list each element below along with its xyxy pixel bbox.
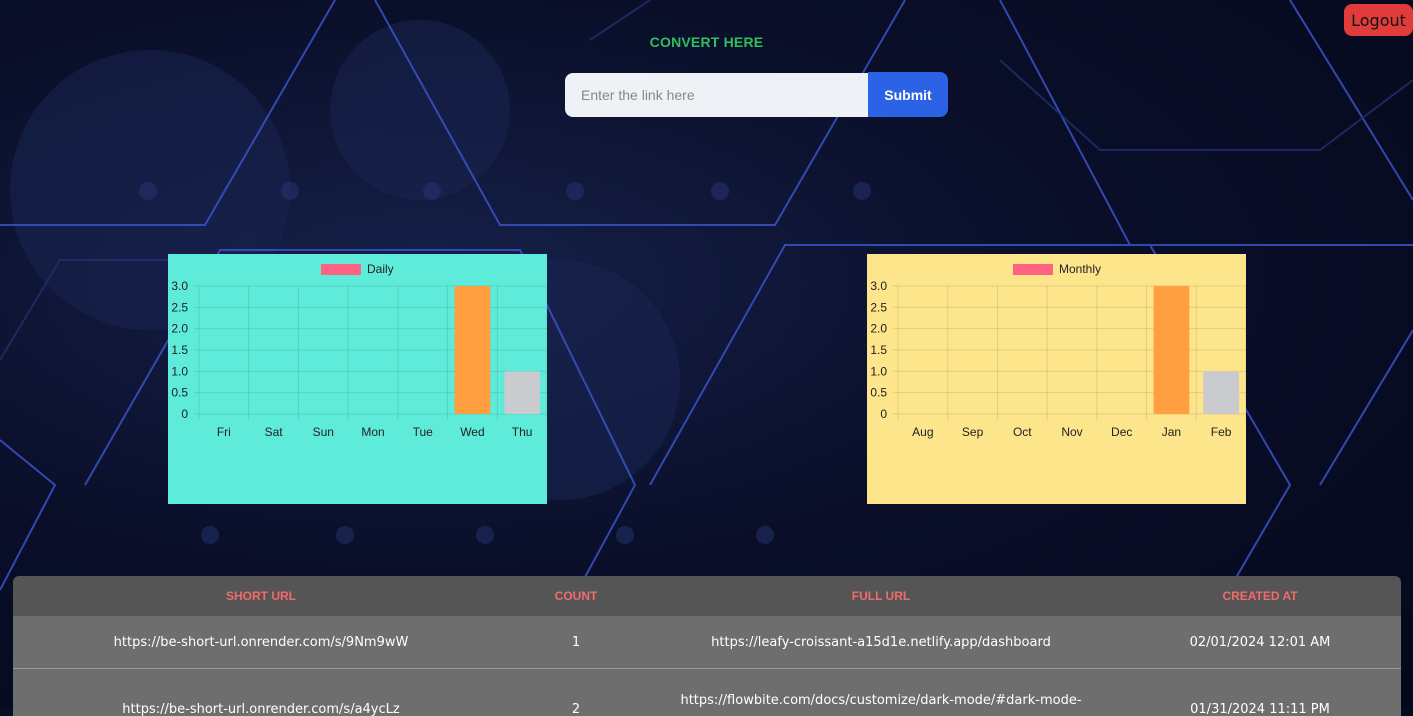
y-tick-label: 1.5: [171, 343, 188, 357]
x-tick-label: Tue: [413, 425, 434, 439]
bar-wed[interactable]: [455, 286, 491, 414]
monthly-chart-svg: Monthly 0 0.5 1.0 1.5 2.0 2.5 3.0 Aug Sep Oct Nov…: [867, 254, 1246, 504]
y-tick-label: 2.0: [870, 322, 887, 336]
link-input[interactable]: [565, 73, 868, 117]
bar-thu[interactable]: [504, 371, 540, 414]
y-tick-label: 2.0: [171, 322, 188, 336]
x-tick-label: Sat: [265, 425, 284, 439]
x-tick-label: Thu: [512, 425, 533, 439]
submit-button[interactable]: Submit: [868, 72, 948, 117]
logout-button[interactable]: Logout: [1344, 4, 1413, 36]
legend-label: Daily: [367, 262, 394, 276]
monthly-chart: Monthly 0 0.5 1.0 1.5 2.0 2.5 3.0 Aug Sep Oct Nov…: [867, 254, 1246, 504]
legend-label: Monthly: [1059, 262, 1101, 276]
bar-feb[interactable]: [1203, 371, 1239, 414]
count-cell: 1: [509, 635, 643, 650]
urls-table: SHORT URL COUNT FULL URL CREATED AT http…: [13, 576, 1401, 716]
header-count: COUNT: [509, 589, 643, 603]
x-tick-label: Dec: [1111, 425, 1132, 439]
convert-title: CONVERT HERE: [0, 34, 1413, 50]
x-tick-label: Mon: [361, 425, 384, 439]
created-at-cell: 02/01/2024 12:01 AM: [1119, 635, 1401, 650]
count-cell: 2: [509, 702, 643, 716]
short-url-link[interactable]: https://be-short-url.onrender.com/s/9Nm9…: [13, 635, 509, 650]
table-row[interactable]: https://be-short-url.onrender.com/s/a4yc…: [13, 669, 1401, 716]
y-tick-label: 1.0: [870, 364, 887, 378]
link-converter-form: Submit: [565, 73, 948, 117]
table-row[interactable]: https://be-short-url.onrender.com/s/9Nm9…: [13, 616, 1401, 669]
x-tick-label: Feb: [1211, 425, 1232, 439]
y-tick-label: 0.5: [870, 386, 887, 400]
y-tick-label: 0.5: [171, 386, 188, 400]
legend-swatch: [1013, 264, 1053, 275]
legend-swatch: [321, 264, 361, 275]
daily-chart: Daily 0 0.5 1.0 1.5 2.0 2.5 3.0 Fri Sat Sun Mon Tu…: [168, 254, 547, 504]
y-tick-label: 3.0: [171, 279, 188, 293]
y-tick-label: 1.0: [171, 364, 188, 378]
x-tick-label: Aug: [912, 425, 933, 439]
y-tick-label: 2.5: [870, 300, 887, 314]
x-tick-label: Jan: [1162, 425, 1181, 439]
header-created-at: CREATED AT: [1119, 589, 1401, 603]
daily-chart-svg: Daily 0 0.5 1.0 1.5 2.0 2.5 3.0 Fri Sat Sun Mon Tu…: [168, 254, 547, 504]
short-url-link[interactable]: https://be-short-url.onrender.com/s/a4yc…: [13, 702, 509, 716]
x-tick-label: Fri: [217, 425, 231, 439]
x-tick-label: Nov: [1061, 425, 1082, 439]
bar-jan[interactable]: [1154, 286, 1190, 414]
full-url-link[interactable]: https://flowbite.com/docs/customize/dark…: [643, 691, 1119, 711]
y-tick-label: 0: [880, 407, 887, 421]
x-tick-label: Sep: [962, 425, 984, 439]
full-url-link[interactable]: https://leafy-croissant-a15d1e.netlify.a…: [643, 635, 1119, 650]
y-tick-label: 0: [181, 407, 188, 421]
x-tick-label: Oct: [1013, 425, 1032, 439]
created-at-cell: 01/31/2024 11:11 PM: [1119, 702, 1401, 716]
table-header: SHORT URL COUNT FULL URL CREATED AT: [13, 576, 1401, 616]
page: { "header": { "logout_label": "Logout" }…: [0, 0, 1413, 708]
x-tick-label: Sun: [313, 425, 334, 439]
y-tick-label: 1.5: [870, 343, 887, 357]
y-tick-label: 3.0: [870, 279, 887, 293]
x-tick-label: Wed: [460, 425, 484, 439]
header-full-url: FULL URL: [643, 589, 1119, 603]
header-short-url: SHORT URL: [13, 589, 509, 603]
y-tick-label: 2.5: [171, 300, 188, 314]
